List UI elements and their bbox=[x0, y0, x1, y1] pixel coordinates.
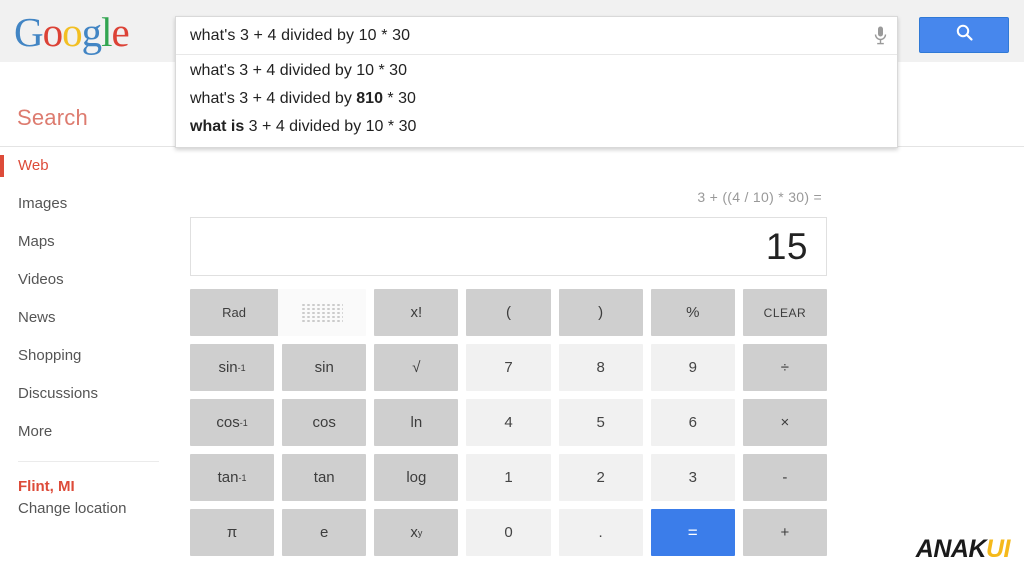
key-arctan[interactable]: tan -1 bbox=[190, 454, 275, 501]
key-label: x bbox=[410, 524, 418, 541]
key-minus[interactable]: - bbox=[742, 454, 827, 501]
logo-letter-g2: g bbox=[81, 9, 102, 55]
change-location-link[interactable]: Change location bbox=[18, 497, 175, 520]
keypad-row: tan -1 tan log 1 2 3 - bbox=[190, 454, 827, 501]
current-location: Flint, MI bbox=[18, 478, 75, 495]
search-field-row[interactable]: what's 3 + 4 divided by 10 * 30 bbox=[176, 17, 897, 55]
logo-letter-g: G bbox=[14, 9, 44, 55]
key-divide[interactable]: ÷ bbox=[742, 344, 827, 391]
sidebar-item-shopping[interactable]: Shopping bbox=[0, 337, 175, 375]
sidebar-item-news[interactable]: News bbox=[0, 299, 175, 337]
keypad-row: cos -1 cos ln 4 5 6 × bbox=[190, 399, 827, 446]
rad-mode-button[interactable]: Rad bbox=[190, 289, 279, 336]
key-label: cos bbox=[216, 414, 240, 431]
watermark-accent-text: UI bbox=[986, 535, 1011, 563]
calculator-result: 15 bbox=[765, 225, 808, 267]
key-sin[interactable]: sin bbox=[282, 344, 367, 391]
key-log[interactable]: log bbox=[374, 454, 459, 501]
sidebar-item-label: News bbox=[18, 309, 56, 326]
logo-letter-o2: o bbox=[62, 9, 82, 55]
logo-letter-l: l bbox=[101, 9, 112, 55]
sidebar-item-maps[interactable]: Maps bbox=[0, 223, 175, 261]
key-decimal[interactable]: . bbox=[558, 509, 643, 556]
sidebar-item-label: Maps bbox=[18, 233, 55, 250]
key-7[interactable]: 7 bbox=[466, 344, 551, 391]
key-1[interactable]: 1 bbox=[466, 454, 551, 501]
sidebar-item-images[interactable]: Images bbox=[0, 185, 175, 223]
sidebar-item-videos[interactable]: Videos bbox=[0, 261, 175, 299]
microphone-icon[interactable] bbox=[863, 17, 897, 55]
key-e[interactable]: e bbox=[282, 509, 367, 556]
key-ln[interactable]: ln bbox=[374, 399, 459, 446]
autocomplete-suggestion-list: what's 3 + 4 divided by 10 * 30 what's 3… bbox=[176, 55, 897, 147]
search-box-container: what's 3 + 4 divided by 10 * 30 what's 3… bbox=[175, 16, 898, 148]
suggestion-text-bold: 810 bbox=[356, 90, 383, 107]
google-logo[interactable]: Google bbox=[14, 9, 130, 55]
suggestion-text-bold: what is bbox=[190, 118, 245, 135]
key-factorial[interactable]: x! bbox=[374, 289, 459, 336]
calculator-keypad: Rad x! ( ) % CLEAR sin -1 sin √ 7 8 9 ÷ c… bbox=[190, 289, 827, 556]
keypad-row: π e xy 0 . = + bbox=[190, 509, 827, 556]
key-equals[interactable]: = bbox=[650, 509, 735, 556]
key-sqrt[interactable]: √ bbox=[374, 344, 459, 391]
search-icon bbox=[955, 23, 974, 47]
suggestion-item[interactable]: what's 3 + 4 divided by 810 * 30 bbox=[176, 85, 897, 113]
watermark-logo: ANAKUI bbox=[915, 535, 1011, 563]
sidebar-item-label: More bbox=[18, 423, 53, 440]
key-label: sin bbox=[218, 359, 238, 376]
left-sidebar: Web Images Maps Videos News Shopping Dis… bbox=[0, 147, 175, 576]
key-arcsin[interactable]: sin -1 bbox=[190, 344, 275, 391]
key-plus[interactable]: + bbox=[742, 509, 827, 556]
keypad-row: sin -1 sin √ 7 8 9 ÷ bbox=[190, 344, 827, 391]
key-power[interactable]: xy bbox=[374, 509, 459, 556]
logo-letter-e: e bbox=[111, 9, 130, 55]
location-block: Flint, MI Change location bbox=[0, 462, 175, 520]
suggestion-item[interactable]: what is 3 + 4 divided by 10 * 30 bbox=[176, 113, 897, 141]
sidebar-item-more[interactable]: More bbox=[0, 413, 175, 451]
key-label: tan bbox=[217, 469, 239, 486]
key-arccos[interactable]: cos -1 bbox=[190, 399, 275, 446]
calculator-widget: 3 + ((4 / 10) * 30) = 15 Rad x! ( ) % CL… bbox=[190, 186, 827, 556]
key-4[interactable]: 4 bbox=[466, 399, 551, 446]
suggestion-text-plain-after: * 30 bbox=[382, 90, 416, 107]
watermark-dark-text: ANAK bbox=[915, 535, 987, 563]
sidebar-item-discussions[interactable]: Discussions bbox=[0, 375, 175, 413]
suggestion-text-plain-before: what's 3 + 4 divided by 10 * 30 bbox=[190, 62, 407, 79]
sidebar-item-label: Discussions bbox=[18, 385, 99, 402]
key-0[interactable]: 0 bbox=[466, 509, 551, 556]
sidebar-item-label: Videos bbox=[18, 271, 64, 288]
key-9[interactable]: 9 bbox=[650, 344, 735, 391]
key-multiply[interactable]: × bbox=[742, 399, 827, 446]
key-close-paren[interactable]: ) bbox=[558, 289, 643, 336]
sidebar-item-label: Shopping bbox=[18, 347, 82, 364]
key-tan[interactable]: tan bbox=[282, 454, 367, 501]
key-cos[interactable]: cos bbox=[282, 399, 367, 446]
suggestion-text-plain-before: what's 3 + 4 divided by bbox=[190, 90, 357, 107]
key-percent[interactable]: % bbox=[650, 289, 735, 336]
key-3[interactable]: 3 bbox=[650, 454, 735, 501]
key-6[interactable]: 6 bbox=[650, 399, 735, 446]
sidebar-item-web[interactable]: Web bbox=[0, 147, 175, 185]
sidebar-item-label: Images bbox=[18, 195, 68, 212]
key-open-paren[interactable]: ( bbox=[466, 289, 551, 336]
keypad-grid-icon bbox=[301, 302, 344, 323]
search-input[interactable]: what's 3 + 4 divided by 10 * 30 bbox=[176, 27, 863, 45]
search-page-title: Search bbox=[17, 105, 88, 130]
calculator-expression: 3 + ((4 / 10) * 30) = bbox=[697, 189, 822, 205]
angle-mode-toggle[interactable]: Rad bbox=[190, 289, 367, 336]
sidebar-item-label: Web bbox=[18, 157, 49, 174]
suggestion-item[interactable]: what's 3 + 4 divided by 10 * 30 bbox=[176, 57, 897, 85]
key-2[interactable]: 2 bbox=[558, 454, 643, 501]
calculator-display[interactable]: 15 bbox=[190, 217, 827, 276]
search-submit-button[interactable] bbox=[919, 17, 1009, 53]
key-pi[interactable]: π bbox=[190, 509, 275, 556]
key-clear[interactable]: CLEAR bbox=[742, 289, 827, 336]
key-8[interactable]: 8 bbox=[558, 344, 643, 391]
deg-mode-button[interactable] bbox=[278, 289, 367, 336]
logo-letter-o1: o bbox=[42, 9, 63, 55]
key-5[interactable]: 5 bbox=[558, 399, 643, 446]
suggestion-text-plain-after: 3 + 4 divided by 10 * 30 bbox=[244, 118, 417, 135]
keypad-row: Rad x! ( ) % CLEAR bbox=[190, 289, 827, 336]
